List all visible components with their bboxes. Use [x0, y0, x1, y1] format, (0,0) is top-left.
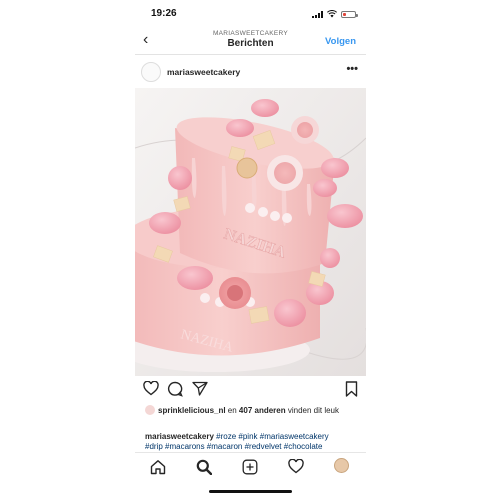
battery-icon — [341, 10, 358, 18]
nav-bar: ‹ MARIASWEETCAKERY Berichten Volgen — [135, 28, 366, 55]
comment-icon[interactable] — [167, 381, 183, 397]
home-icon[interactable] — [150, 459, 166, 475]
bookmark-icon[interactable] — [345, 381, 358, 397]
heart-icon[interactable] — [143, 381, 159, 396]
status-bar: 19:26 — [135, 0, 366, 28]
profile-avatar-icon[interactable] — [334, 458, 349, 473]
caption-hashtags-line2[interactable]: #drip #macarons #macaron #redvelvet #cho… — [145, 442, 322, 451]
likes-text: sprinklelicious_nl en 407 anderen vinden… — [145, 405, 360, 416]
activity-heart-icon[interactable] — [288, 459, 304, 474]
new-post-icon[interactable] — [242, 459, 258, 475]
signal-icon — [312, 10, 323, 18]
post-actions — [135, 380, 366, 400]
profile-avatar[interactable] — [141, 62, 161, 82]
search-icon[interactable] — [196, 459, 212, 475]
post-image[interactable]: NAZIHA NAZIHA — [135, 88, 366, 376]
status-icons — [312, 10, 358, 18]
post-header: mariasweetcakery ••• — [135, 55, 366, 87]
likes-connector: en — [225, 406, 239, 415]
more-dots-icon[interactable]: ••• — [346, 63, 358, 75]
wifi-icon — [327, 10, 337, 18]
bottom-tab-bar — [135, 452, 366, 482]
status-time: 19:26 — [151, 8, 177, 19]
home-indicator — [209, 490, 292, 493]
liker-username[interactable]: sprinklelicious_nl — [158, 406, 226, 415]
caption-hashtags-line1[interactable]: #roze #pink #mariasweetcakery — [214, 432, 329, 441]
liker-avatar — [145, 405, 155, 415]
post-username[interactable]: mariasweetcakery — [167, 67, 240, 77]
share-icon[interactable] — [192, 381, 208, 396]
likes-count[interactable]: 407 anderen — [239, 406, 286, 415]
post-caption: mariasweetcakery #roze #pink #mariasweet… — [145, 432, 360, 452]
phone-screen: 19:26 ‹ MARIASWEETCAKERY Berichten Volge… — [135, 0, 366, 500]
likes-suffix: vinden dit leuk — [285, 406, 339, 415]
caption-author[interactable]: mariasweetcakery — [145, 432, 214, 441]
follow-button[interactable]: Volgen — [325, 36, 356, 47]
